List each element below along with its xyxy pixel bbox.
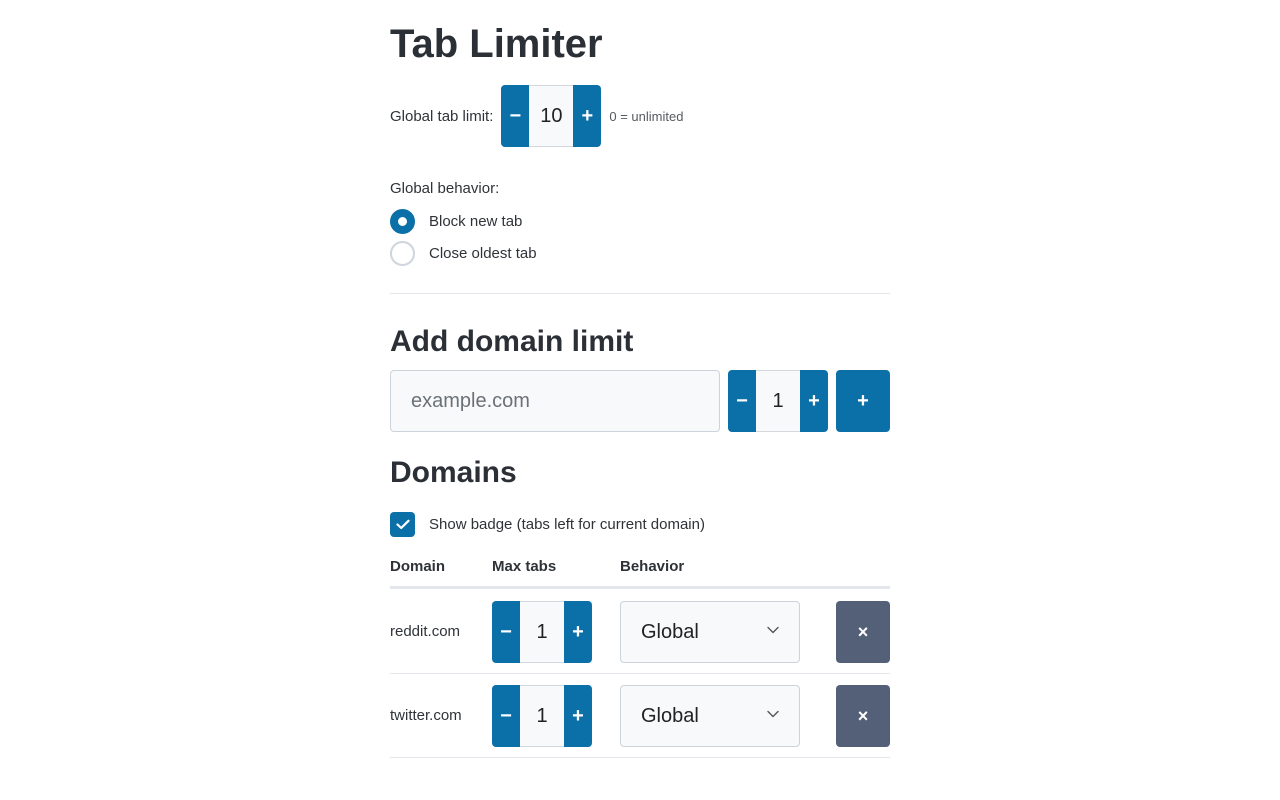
max-tabs-stepper: − 1 + [492,601,592,663]
add-domain-row: − 1 + + [390,370,890,432]
radio-button-checked[interactable] [390,209,415,234]
table-row: reddit.com − 1 + Global × [390,590,890,674]
close-icon: × [857,621,869,642]
global-limit-decrement-button[interactable]: − [501,85,530,147]
global-limit-stepper: − 10 + [501,85,602,147]
radio-button-unchecked[interactable] [390,241,415,266]
column-header-behavior: Behavior [620,558,685,575]
global-limit-hint: 0 = unlimited [609,108,684,124]
show-badge-checkbox[interactable] [390,512,415,537]
chevron-down-icon [767,710,779,718]
global-limit-increment-button[interactable]: + [573,85,602,147]
section-divider [390,293,890,294]
global-limit-row: Global tab limit: − 10 + 0 = unlimited [390,85,683,147]
table-row: twitter.com − 1 + Global × [390,674,890,758]
chevron-down-icon [767,626,779,634]
remove-domain-button[interactable]: × [836,601,890,663]
max-tabs-value[interactable]: 1 [520,685,564,747]
close-icon: × [857,705,869,726]
domains-heading: Domains [390,456,517,489]
behavior-select[interactable]: Global [620,601,800,663]
max-tabs-increment-button[interactable]: + [564,685,592,747]
add-domain-limit-value[interactable]: 1 [756,370,800,432]
global-limit-label: Global tab limit: [390,107,494,125]
global-behavior-label: Global behavior: [390,180,500,197]
column-header-domain: Domain [390,558,446,575]
add-domain-increment-button[interactable]: + [800,370,828,432]
radio-label-close-oldest-tab: Close oldest tab [429,245,537,262]
behavior-select[interactable]: Global [620,685,800,747]
domain-cell: twitter.com [390,707,462,724]
max-tabs-decrement-button[interactable]: − [492,601,520,663]
add-domain-button[interactable]: + [836,370,890,432]
radio-label-block-new-tab: Block new tab [429,213,523,230]
global-limit-value[interactable]: 10 [529,85,574,147]
check-icon [395,519,410,530]
max-tabs-increment-button[interactable]: + [564,601,592,663]
domains-table-header: Domain Max tabs Behavior [390,556,890,586]
behavior-select-value: Global [641,704,699,727]
max-tabs-value[interactable]: 1 [520,601,564,663]
max-tabs-stepper: − 1 + [492,685,592,747]
show-badge-toggle[interactable]: Show badge (tabs left for current domain… [390,512,705,537]
show-badge-label: Show badge (tabs left for current domain… [429,516,705,533]
add-domain-decrement-button[interactable]: − [728,370,756,432]
behavior-select-value: Global [641,620,699,643]
radio-block-new-tab[interactable]: Block new tab [390,209,522,234]
remove-domain-button[interactable]: × [836,685,890,747]
max-tabs-decrement-button[interactable]: − [492,685,520,747]
domain-input[interactable] [390,370,720,432]
add-domain-limit-stepper: − 1 + [728,370,828,432]
radio-close-oldest-tab[interactable]: Close oldest tab [390,241,537,266]
table-header-rule [390,586,890,589]
column-header-max-tabs: Max tabs [492,558,557,575]
domain-cell: reddit.com [390,623,461,640]
page-title: Tab Limiter [390,22,603,66]
add-domain-heading: Add domain limit [390,325,634,358]
